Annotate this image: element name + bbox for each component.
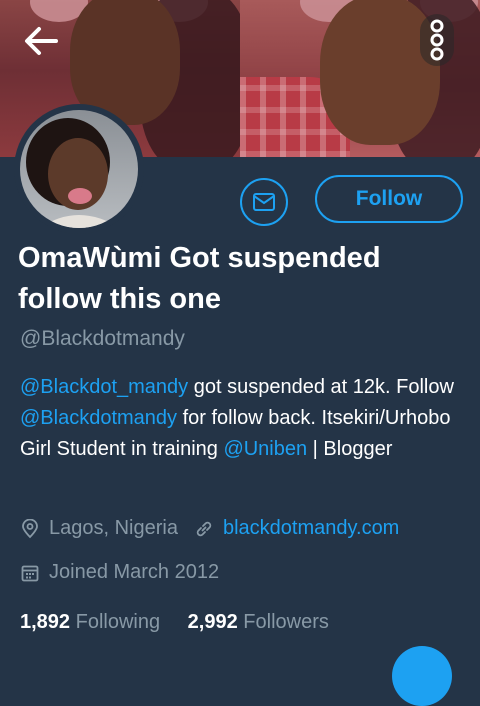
follow-button[interactable]: Follow [315,175,463,223]
website-link[interactable]: blackdotmandy.com [223,517,399,540]
mention-link[interactable]: @Blackdot_mandy [20,376,188,398]
followers-label: Followers [243,611,329,633]
avatar[interactable] [14,104,144,234]
bio-text: | Blogger [307,438,393,460]
joined-date: Joined March 2012 [49,561,220,583]
link-icon [194,519,214,539]
following-count: 1,892 [20,611,71,633]
arrow-left-icon [25,27,58,55]
display-name: OmaWùmi Got suspended follow this one [18,242,381,315]
joined-date-row: Joined March 2012 [20,561,219,584]
following-stat[interactable]: 1,892 Following [20,611,160,633]
back-button[interactable] [18,18,64,64]
compose-fab-button[interactable] [392,646,452,706]
location-text: Lagos, Nigeria [49,517,178,539]
location-website-row: Lagos, Nigeria blackdotmandy.com [20,517,399,540]
mention-link[interactable]: @Uniben [223,438,307,460]
user-handle: @Blackdotmandy [20,327,185,350]
vertical-dots-icon [430,19,444,61]
mention-link[interactable]: @Blackdotmandy [20,407,177,429]
location-pin-icon [20,518,40,539]
followers-stat[interactable]: 2,992 Followers [188,611,329,633]
profile-bio: @Blackdot_mandy got suspended at 12k. Fo… [20,372,470,465]
envelope-icon [253,193,275,211]
bio-text: got suspended at 12k. Follow [188,376,454,398]
message-button[interactable] [240,178,288,226]
followers-count: 2,992 [187,611,238,633]
more-options-button[interactable] [420,14,454,66]
calendar-icon [20,563,40,583]
following-label: Following [75,611,161,633]
follow-stats: 1,892 Following 2,992 Followers [20,611,329,634]
avatar-photo [20,110,138,228]
